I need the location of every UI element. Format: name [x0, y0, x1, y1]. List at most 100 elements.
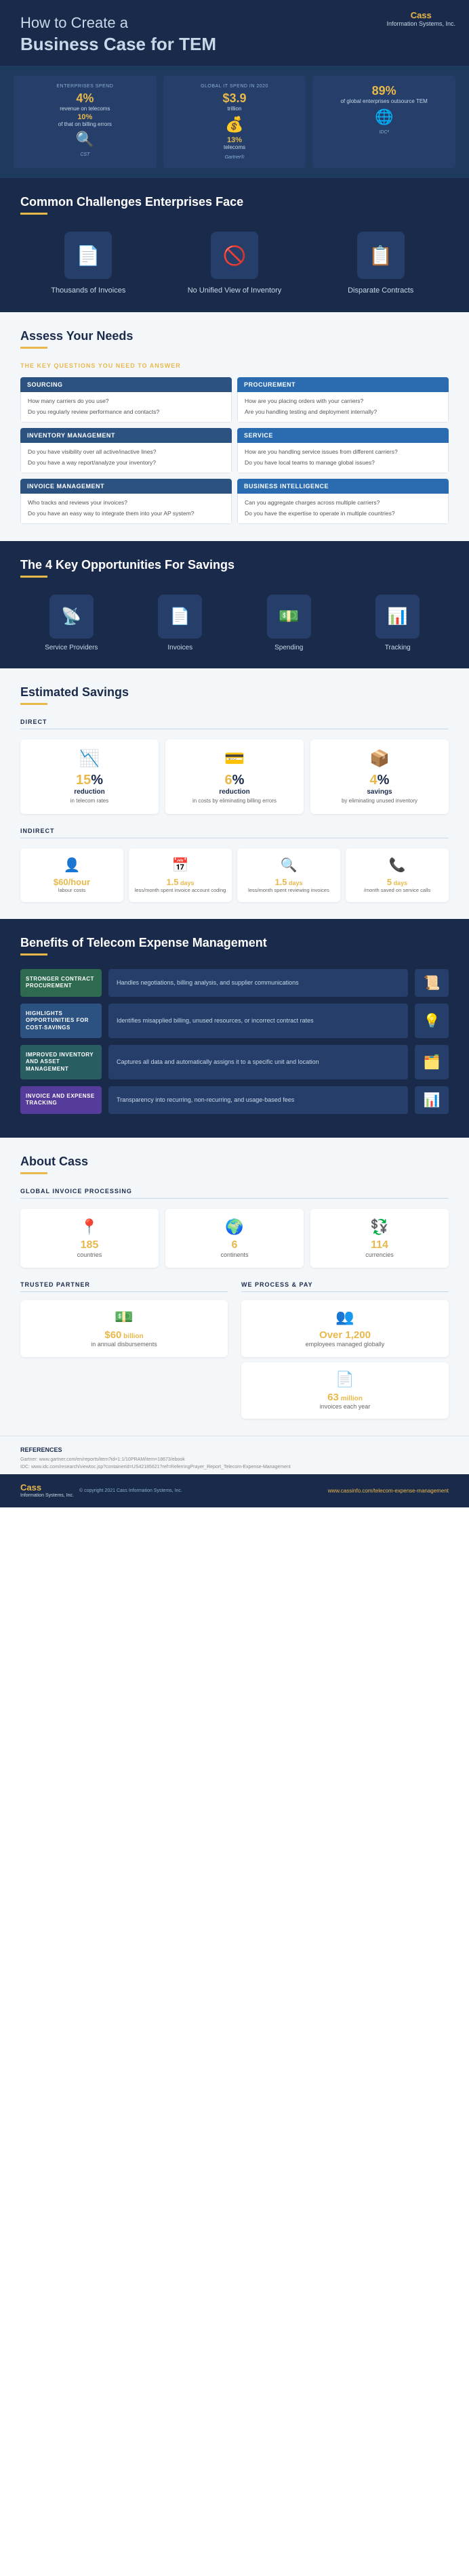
qa-header-service: SERVICE	[237, 428, 449, 443]
qa-header-sourcing: SOURCING	[20, 377, 232, 392]
trusted-wepay-grid: TRUSTED PARTNER 💵 $60 billion in annual …	[20, 1281, 449, 1419]
page-title: How to Create a Business Case for TEM	[20, 14, 449, 56]
global-val-continents: 6	[172, 1239, 297, 1251]
stat-label-enterprises: ENTERPRISES SPEND	[20, 84, 150, 89]
trusted-val-63m: 63 million	[249, 1392, 441, 1403]
global-card-countries: 📍 185 countries	[20, 1209, 159, 1268]
assess-title: Assess Your Needs	[20, 329, 449, 343]
key-questions-label: THE KEY QUESTIONS YOU NEED TO ANSWER	[20, 362, 449, 369]
footer-logo-sub: Information Systems, Inc.	[20, 1493, 74, 1499]
qa-card-invoice-mgmt: INVOICE MANAGEMENT Who tracks and review…	[20, 479, 232, 524]
reduction-billing-icon: 💳	[172, 749, 297, 769]
benefits-section: Benefits of Telecom Expense Management S…	[0, 919, 469, 1138]
benefit-tracking-desc: Transparency into recurring, non-recurri…	[117, 1096, 294, 1104]
labour-icon: 👤	[26, 857, 118, 874]
stat-desc-outsource: of global enterprises outsource TEM	[319, 98, 449, 105]
header-logo: Cass Information Systems, Inc.	[386, 10, 455, 28]
qa-grid: SOURCING How many carriers do you use? D…	[20, 377, 449, 523]
stat-accent-39b: $3.9	[170, 91, 300, 106]
benefit-tracking-text: INVOICE AND EXPENSE TRACKING	[26, 1093, 96, 1107]
qa-q1-sourcing: How many carriers do you use?	[28, 398, 224, 406]
wepay-cards: 👥 Over 1,200 employees managed globally …	[241, 1300, 449, 1419]
qa-header-invoice-mgmt: INVOICE MANAGEMENT	[20, 479, 232, 494]
opp-service-providers: 📡 Service Providers	[20, 595, 123, 651]
tracking-icon: 📊	[375, 595, 420, 639]
savings-unused-icon: 📦	[317, 749, 442, 769]
opp-label-service-providers: Service Providers	[20, 644, 123, 651]
indirect-savings-grid: 👤 $60/hour labour costs 📅 1.5 days less/…	[20, 849, 449, 902]
opp-label-tracking: Tracking	[347, 644, 449, 651]
challenge-contracts-label: Disparate Contracts	[312, 286, 449, 295]
trusted-card-disbursements: 💵 $60 billion in annual disbursements	[20, 1300, 228, 1357]
direct-savings-grid: 📉 15% reduction in telecom rates 💳 6% re…	[20, 739, 449, 814]
benefit-desc-inventory: Captures all data and automatically assi…	[108, 1045, 408, 1079]
phone-icon: 📞	[351, 857, 443, 874]
saving-desc-inventory: by eliminating unused inventory	[317, 798, 442, 804]
saving-desc-billing-errors: in costs by eliminating billing errors	[172, 798, 297, 804]
global-desc-countries: countries	[27, 1251, 152, 1258]
footer-url: www.cassinfo.com/telecom-expense-managem…	[328, 1488, 449, 1494]
dollar-icon: 💵	[28, 1308, 220, 1326]
logo-cass-text: Cass	[411, 10, 432, 20]
trusted-label: TRUSTED PARTNER	[20, 1281, 228, 1292]
stat-label-global-it: GLOBAL IT SPEND IN 2020	[170, 84, 300, 89]
challenges-divider	[20, 213, 47, 215]
global-processing-label: GLOBAL INVOICE PROCESSING	[20, 1188, 449, 1199]
earth-icon: 🌍	[172, 1218, 297, 1236]
direct-label: DIRECT	[20, 718, 449, 729]
indirect-val-service: 5 days	[351, 877, 443, 887]
calendar-icon: 📅	[134, 857, 226, 874]
challenges-section: Common Challenges Enterprises Face 📄 Tho…	[0, 178, 469, 312]
global-card-currencies: 💱 114 currencies	[310, 1209, 449, 1268]
trusted-sub-employees: employees managed globally	[249, 1341, 441, 1349]
benefit-desc-tracking: Transparency into recurring, non-recurri…	[108, 1086, 408, 1114]
qa-header-procurement: PROCUREMENT	[237, 377, 449, 392]
saving-type-reduction: reduction	[27, 788, 152, 796]
qa-q1-procurement: How are you placing orders with your car…	[245, 398, 441, 406]
stat-desc-trillion: trillion	[170, 106, 300, 112]
global-desc-continents: continents	[172, 1251, 297, 1258]
challenges-grid: 📄 Thousands of Invoices 🚫 No Unified Vie…	[20, 232, 449, 295]
challenge-contracts: 📋 Disparate Contracts	[312, 232, 449, 295]
opp-title: The 4 Key Opportunities For Savings	[20, 558, 449, 572]
benefit-label-contract: STRONGER CONTRACT PROCUREMENT	[20, 969, 102, 997]
indirect-val-60: $60/hour	[26, 877, 118, 887]
benefit-contract-text: STRONGER CONTRACT PROCUREMENT	[26, 976, 96, 990]
trusted-val-employees: Over 1,200	[249, 1329, 441, 1341]
benefit-desc-contract: Handles negotiations, billing analysis, …	[108, 969, 408, 997]
challenge-invoices-label: Thousands of Invoices	[20, 286, 157, 295]
qa-q2-sourcing: Do you regularly review performance and …	[28, 408, 224, 416]
qa-body-bi: Can you aggregate charges across multipl…	[237, 494, 449, 524]
saving-pct-6: 6%	[172, 773, 297, 788]
qa-card-bi: BUSINESS INTELLIGENCE Can you aggregate …	[237, 479, 449, 524]
benefit-row-tracking: INVOICE AND EXPENSE TRACKING Transparenc…	[20, 1086, 449, 1114]
indirect-desc-reviewing: less/month spent reviewing invoices	[243, 887, 335, 894]
qa-body-inventory: Do you have visibility over all active/i…	[20, 443, 232, 473]
indirect-val-reviewing: 1.5 days	[243, 877, 335, 887]
trusted-card-invoices: 📄 63 million invoices each year	[241, 1362, 449, 1419]
assess-divider	[20, 347, 47, 349]
cost-savings-icon: 💡	[415, 1004, 449, 1038]
footer-bottom: Cass Information Systems, Inc. © copyrig…	[0, 1474, 469, 1507]
pin-icon: 📍	[27, 1218, 152, 1236]
assess-section: Assess Your Needs THE KEY QUESTIONS YOU …	[0, 312, 469, 540]
indirect-coding: 📅 1.5 days less/month spent invoice acco…	[129, 849, 232, 902]
indirect-reviewing: 🔍 1.5 days less/month spent reviewing in…	[237, 849, 340, 902]
qa-header-inventory: INVENTORY MANAGEMENT	[20, 428, 232, 443]
qa-q1-bi: Can you aggregate charges across multipl…	[245, 499, 441, 507]
qa-q2-service: Do you have local teams to manage global…	[245, 459, 441, 467]
qa-q2-bi: Do you have the expertise to operate in …	[245, 510, 441, 518]
global-val-countries: 185	[27, 1239, 152, 1251]
qa-card-inventory: INVENTORY MANAGEMENT Do you have visibil…	[20, 428, 232, 473]
footer-logo: Cass Information Systems, Inc. © copyrig…	[20, 1482, 182, 1499]
no-view-icon: 🚫	[211, 232, 258, 279]
invoices-count-icon: 📄	[249, 1371, 441, 1388]
expense-tracking-icon: 📊	[415, 1086, 449, 1114]
benefits-divider	[20, 953, 47, 956]
stat-desc-revenue: revenue on telecoms	[20, 106, 150, 112]
benefit-desc-costsavings: Identifies misapplied billing, unused re…	[108, 1004, 408, 1038]
wepay-col: WE PROCESS & PAY 👥 Over 1,200 employees …	[241, 1281, 449, 1419]
trusted-sub-invoices-year: invoices each year	[249, 1403, 441, 1411]
qa-q1-inventory: Do you have visibility over all active/i…	[28, 448, 224, 456]
savings-section: Estimated Savings DIRECT 📉 15% reduction…	[0, 668, 469, 919]
